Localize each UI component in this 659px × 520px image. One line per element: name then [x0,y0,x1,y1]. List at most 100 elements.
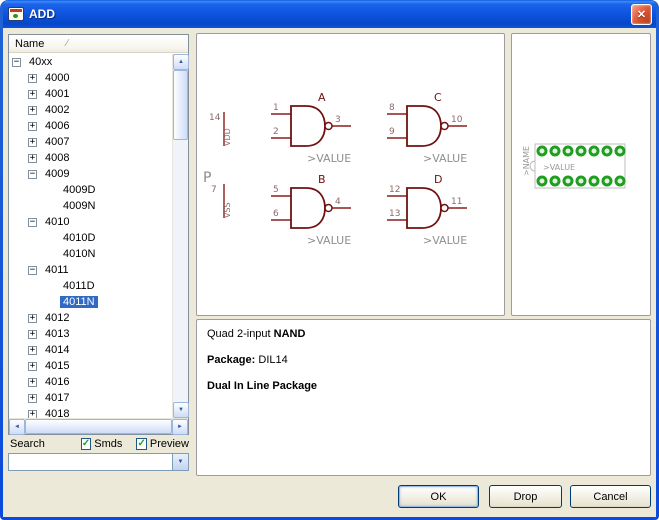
expand-icon[interactable]: + [28,378,37,387]
tree-item-4010[interactable]: −4010 [9,214,172,230]
tree-item-4011d[interactable]: 4011D [9,278,172,294]
expand-icon[interactable]: + [28,330,37,339]
expand-icon[interactable]: + [28,106,37,115]
tree-item-4018[interactable]: +4018 [9,406,172,418]
tree-item-label[interactable]: 4018 [42,408,72,418]
tree-item-4009d[interactable]: 4009D [9,182,172,198]
preview-checkbox[interactable]: ✓ [136,438,146,450]
power-gate-letter: P [203,170,211,186]
tree-item-4013[interactable]: +4013 [9,326,172,342]
tree-item-4015[interactable]: +4015 [9,358,172,374]
tree-item-4006[interactable]: +4006 [9,118,172,134]
horizontal-scrollbar[interactable]: ◄ ► [9,418,188,434]
tree-item-label[interactable]: 4002 [42,104,72,116]
search-input[interactable] [9,454,172,470]
tree-item-label[interactable]: 4013 [42,328,72,340]
collapse-icon[interactable]: − [28,170,37,179]
expand-icon[interactable]: + [28,74,37,83]
tree-item-label[interactable]: 4000 [42,72,72,84]
vertical-scrollbar[interactable]: ▲ ▼ [172,54,188,418]
scroll-left-icon[interactable]: ◄ [9,419,25,435]
tree-item-4001[interactable]: +4001 [9,86,172,102]
tree-item-4000[interactable]: +4000 [9,70,172,86]
collapse-icon[interactable]: − [28,218,37,227]
pad [551,147,559,155]
pad [538,147,546,155]
expand-icon[interactable]: + [28,122,37,131]
tree-item-label[interactable]: 40xx [26,56,55,68]
collapse-icon[interactable]: − [12,58,21,67]
ok-button[interactable]: OK [398,485,479,508]
expand-icon[interactable]: + [28,362,37,371]
tree-item-label[interactable]: 4009N [60,200,98,212]
pad [603,147,611,155]
tree-item-4010n[interactable]: 4010N [9,246,172,262]
tree-header-label: Name [15,38,44,50]
tree-item-label[interactable]: 4009D [60,184,98,196]
tree-item-4012[interactable]: +4012 [9,310,172,326]
pad [590,177,598,185]
expand-icon[interactable]: + [28,314,37,323]
tree-item-label[interactable]: 4007 [42,136,72,148]
tree-item-label[interactable]: 4010N [60,248,98,260]
expand-icon[interactable]: + [28,138,37,147]
tree-item-label[interactable]: 4015 [42,360,72,372]
tree-item-4010d[interactable]: 4010D [9,230,172,246]
scroll-up-icon[interactable]: ▲ [173,54,189,70]
description-line-1: Quad 2-input NAND [207,328,640,340]
tree-item-label[interactable]: 4010 [42,216,72,228]
tree-item-label[interactable]: 4011 [42,264,72,276]
tree-item-4014[interactable]: +4014 [9,342,172,358]
tree-item-label[interactable]: 4014 [42,344,72,356]
tree-item-label[interactable]: 4011N [60,296,98,308]
cancel-button[interactable]: Cancel [570,485,651,508]
expand-icon[interactable]: + [28,90,37,99]
tree-item-label[interactable]: 4009 [42,168,72,180]
vss-pin-number: 7 [211,185,217,195]
vertical-scrollbar-thumb[interactable] [173,70,188,140]
smds-checkbox[interactable]: ✓ [81,438,91,450]
tree-item-label[interactable]: 4012 [42,312,72,324]
tree-item-4017[interactable]: +4017 [9,390,172,406]
scroll-down-icon[interactable]: ▼ [173,402,189,418]
collapse-icon[interactable]: − [28,266,37,275]
expand-icon[interactable]: + [28,346,37,355]
drop-button[interactable]: Drop [489,485,562,508]
scroll-right-icon[interactable]: ► [172,419,188,435]
tree-item-4016[interactable]: +4016 [9,374,172,390]
tree-item-label[interactable]: 4008 [42,152,72,164]
tree-column-header-name[interactable]: Name ∕ [9,35,188,53]
expand-icon[interactable]: + [28,154,37,163]
close-icon[interactable]: ✕ [631,4,652,25]
tree-item-4009n[interactable]: 4009N [9,198,172,214]
combo-dropdown-icon[interactable]: ▼ [172,454,188,470]
vdd-pin-name: VDD [223,128,232,146]
preview-checkbox-label: Preview [150,438,189,450]
title-bar[interactable]: ADD ✕ [3,0,656,28]
tree-item-4011n[interactable]: 4011N [9,294,172,310]
tree-item-label[interactable]: 4006 [42,120,72,132]
svg-text:8: 8 [389,103,395,113]
tree-item-4009[interactable]: −4009 [9,166,172,182]
smds-checkbox-label: Smds [94,438,122,450]
tree-item-4002[interactable]: +4002 [9,102,172,118]
tree-item-4008[interactable]: +4008 [9,150,172,166]
tree-item-label[interactable]: 4017 [42,392,72,404]
description-panel: Quad 2-input NAND Package: DIL14 Dual In… [196,319,651,476]
expand-icon[interactable]: + [28,394,37,403]
tree-item-label[interactable]: 4010D [60,232,98,244]
expand-icon[interactable]: + [28,410,37,419]
power-symbol: 14 VDD P 7 VSS [203,112,232,218]
description-text: Quad 2-input [207,328,274,340]
horizontal-scrollbar-thumb[interactable] [25,419,172,434]
search-label: Search [10,438,45,450]
tree-item-label[interactable]: 4011D [60,280,98,292]
tree-item-4011[interactable]: −4011 [9,262,172,278]
search-combobox[interactable]: ▼ [8,453,189,471]
description-package-label: Package: [207,354,255,366]
tree-item-4007[interactable]: +4007 [9,134,172,150]
tree-item-label[interactable]: 4016 [42,376,72,388]
nand-gate-d: D 12 13 11 >VALUE [387,173,467,247]
tree-item-label[interactable]: 4001 [42,88,72,100]
tree-item-40xx[interactable]: −40xx [9,54,172,70]
